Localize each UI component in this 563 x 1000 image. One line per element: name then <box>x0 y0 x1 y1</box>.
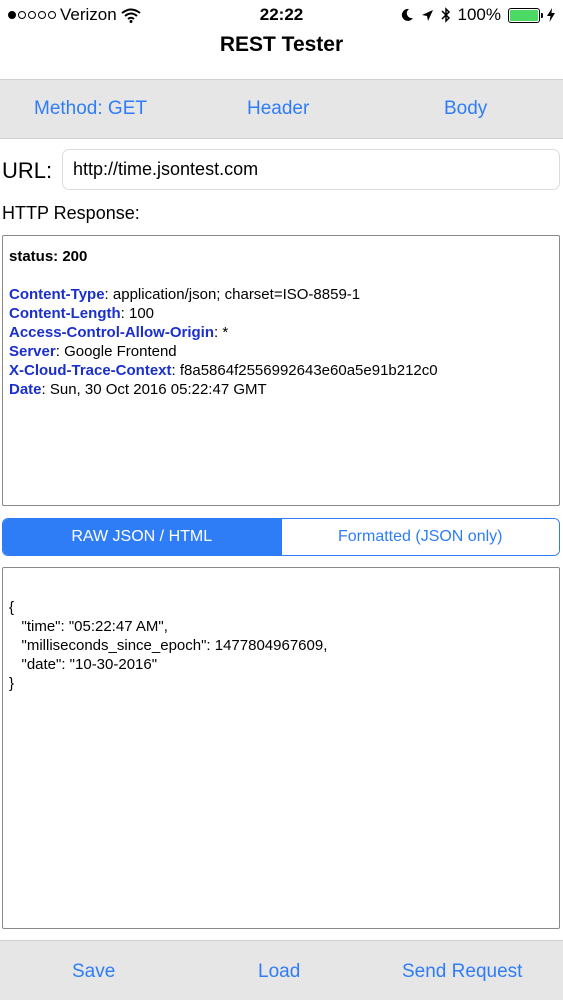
header-button[interactable]: Header <box>247 98 309 120</box>
header-value: Sun, 30 Oct 2016 05:22:47 GMT <box>49 381 267 398</box>
header-key: Access-Control-Allow-Origin <box>9 324 215 341</box>
battery-percent: 100% <box>457 5 501 24</box>
status-right: 100% <box>400 5 555 25</box>
body-button[interactable]: Body <box>444 98 487 120</box>
header-separator: : <box>171 362 180 379</box>
header-key: Content-Length <box>9 305 121 322</box>
page-title: REST Tester <box>219 33 344 56</box>
header-value: 100 <box>128 305 155 322</box>
header-key: Content-Type <box>9 286 105 303</box>
url-label: URL: <box>2 158 53 183</box>
header-key: Server <box>9 343 56 360</box>
json-line: "time": "05:22:47 AM", <box>9 618 168 635</box>
send-request-button[interactable]: Send Request <box>402 961 522 983</box>
header-separator: : <box>120 305 129 322</box>
response-status: status: 200 <box>9 248 88 265</box>
rest-tester-screen: Verizon 22:22 100% REST Tester Method: G… <box>0 0 563 1000</box>
response-body-box[interactable]: { "time": "05:22:47 AM", "milliseconds_s… <box>2 567 560 929</box>
header-value: application/json; charset=ISO-8859-1 <box>112 286 361 303</box>
segment-raw-json[interactable]: RAW JSON / HTML <box>3 519 281 555</box>
header-key: Date <box>9 381 42 398</box>
header-row: Content-Length: 100 <box>9 304 553 323</box>
header-value: f8a5864f2556992643e60a5e91b212c0 <box>179 362 438 379</box>
method-button[interactable]: Method: GET <box>34 98 147 120</box>
header-separator: : <box>41 381 50 398</box>
load-button[interactable]: Load <box>258 961 300 983</box>
json-line: "milliseconds_since_epoch": 147780496760… <box>9 637 328 654</box>
response-headers-box[interactable]: status: 200 Content-Type: application/js… <box>2 235 560 506</box>
charging-bolt-icon <box>547 8 555 22</box>
header-row: Server: Google Frontend <box>9 342 553 361</box>
battery-icon <box>508 7 543 23</box>
http-response-label: HTTP Response: <box>2 203 140 223</box>
view-mode-segmented-control: RAW JSON / HTML Formatted (JSON only) <box>2 518 560 556</box>
request-toolbar: Method: GET Header Body <box>0 79 563 139</box>
segment-formatted-json[interactable]: Formatted (JSON only) <box>280 519 559 555</box>
header-value: * <box>222 324 229 341</box>
header-row: Content-Type: application/json; charset=… <box>9 285 553 304</box>
json-body: { "time": "05:22:47 AM", "milliseconds_s… <box>9 598 553 693</box>
moon-icon <box>401 8 413 21</box>
header-separator: : <box>55 343 65 360</box>
header-row: Date: Sun, 30 Oct 2016 05:22:47 GMT <box>9 380 553 399</box>
json-line: "date": "10-30-2016" <box>9 656 158 673</box>
header-row: X-Cloud-Trace-Context: f8a5864f255699264… <box>9 361 553 380</box>
header-key: X-Cloud-Trace-Context <box>9 362 172 379</box>
json-line: } <box>9 675 15 692</box>
header-list: Content-Type: application/json; charset=… <box>9 285 553 399</box>
status-bar: Verizon 22:22 100% <box>0 0 563 30</box>
header-row: Access-Control-Allow-Origin: * <box>9 323 553 342</box>
url-input[interactable] <box>62 149 560 190</box>
bluetooth-icon <box>440 7 450 23</box>
battery-fill <box>510 9 538 21</box>
json-line: { <box>9 599 15 616</box>
location-arrow-icon <box>421 9 433 21</box>
header-separator: : <box>104 286 113 303</box>
save-button[interactable]: Save <box>72 961 115 983</box>
header-value: Google Frontend <box>64 343 177 360</box>
bottom-toolbar: Save Load Send Request <box>0 940 563 1000</box>
